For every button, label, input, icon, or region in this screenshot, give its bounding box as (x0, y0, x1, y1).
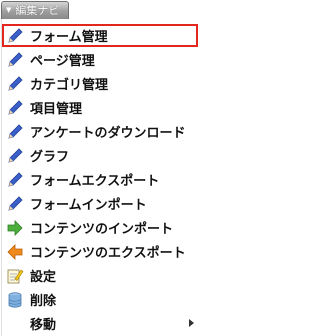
pencil-icon (6, 123, 24, 141)
pencil-icon (6, 27, 24, 45)
menu-item-label: フォームエクスポート (30, 174, 160, 189)
menu-item-form-import[interactable]: フォームインポート (2, 192, 200, 215)
move-icon (6, 315, 24, 333)
caret-down-icon: ▼ (6, 6, 12, 14)
pencil-icon (6, 171, 24, 189)
menu-item-field-management[interactable]: 項目管理 (2, 96, 200, 119)
menu-item-settings[interactable]: 設定 (2, 264, 200, 287)
menu-item-label: 設定 (30, 270, 57, 285)
menu-item-label: カテゴリ管理 (30, 78, 109, 93)
edit-navi-title: 編集ナビ (15, 4, 60, 17)
menu-item-label: コンテンツのエクスポート (30, 246, 186, 261)
menu-item-label: アンケートのダウンロード (30, 126, 186, 141)
menu-item-move[interactable]: 移動 (2, 312, 200, 335)
edit-navi-menu: フォーム管理 ページ管理 カテゴリ管理 項目管理 アンケートのダウンロード グラ… (1, 19, 199, 336)
submenu-arrow-icon (189, 319, 194, 327)
menu-item-form-export[interactable]: フォームエクスポート (2, 168, 200, 191)
edit-navi-tab[interactable]: ▼ 編集ナビ (1, 1, 69, 19)
menu-item-label: フォーム管理 (30, 30, 108, 45)
menu-item-label: 項目管理 (30, 102, 83, 117)
pencil-icon (6, 147, 24, 165)
menu-item-category-management[interactable]: カテゴリ管理 (2, 72, 200, 95)
orange-arrow-left-icon (6, 243, 24, 261)
menu-item-label: コンテンツのインポート (30, 222, 174, 237)
menu-item-content-import[interactable]: コンテンツのインポート (2, 216, 200, 239)
green-arrow-right-icon (6, 219, 24, 237)
pencil-icon (6, 51, 24, 69)
menu-item-label: フォームインポート (30, 198, 147, 213)
pencil-icon (6, 75, 24, 93)
menu-item-label: グラフ (30, 150, 70, 165)
menu-item-survey-download[interactable]: アンケートのダウンロード (2, 120, 200, 143)
menu-item-form-management[interactable]: フォーム管理 (2, 24, 198, 47)
menu-item-page-management[interactable]: ページ管理 (2, 48, 200, 71)
menu-item-label: 削除 (30, 294, 57, 309)
pencil-icon (6, 99, 24, 117)
menu-item-delete[interactable]: 削除 (2, 288, 200, 311)
menu-item-label: ページ管理 (30, 54, 95, 69)
menu-item-label: 移動 (30, 318, 57, 333)
database-delete-icon (6, 291, 24, 309)
edit-navigation-panel: ▼ 編集ナビ フォーム管理 ページ管理 カテゴリ管理 項目管理 アンケートのダウ… (0, 0, 200, 336)
pencil-icon (6, 195, 24, 213)
menu-item-content-export[interactable]: コンテンツのエクスポート (2, 240, 200, 263)
notepad-pencil-icon (6, 267, 24, 285)
menu-item-graph[interactable]: グラフ (2, 144, 200, 167)
